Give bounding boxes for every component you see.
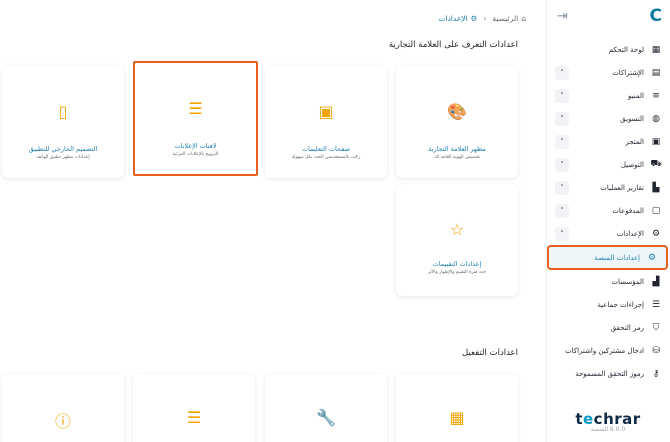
platform-settings-icon: ⚙ <box>647 252 657 263</box>
chevron-down-icon[interactable]: ˅ <box>555 88 569 103</box>
main-content: ⌂ الرئيسية › ⚙ الإعدادات اعدادات التعرف … <box>0 0 546 442</box>
card-activation-3[interactable]: ☰ <box>133 374 255 442</box>
section-title-brand: اعدادات التعرف على العلامة التجارية <box>388 40 518 50</box>
key-icon: ⚷ <box>652 368 660 379</box>
sidebar-item-label: التسويق <box>620 114 644 123</box>
sidebar-item-label: المنيو <box>628 91 644 100</box>
sidebar-item-label: التوصيل <box>620 160 644 169</box>
sidebar-header: C ⇥ <box>547 0 670 32</box>
alert-icon: ⓘ <box>54 412 71 431</box>
gear-icon: ⚙ <box>651 228 661 239</box>
sidebar-item-label: المتجر <box>625 137 644 146</box>
sidebar-menu: ▦ لوحة التحكم ▤ الإشتراكات ˅ ≡ المنيو ˅ ◍ التسويق… <box>547 38 670 385</box>
section-title-activation: اعدادات التفعيل <box>461 348 518 358</box>
sidebar-item[interactable]: ▙ تقارير العمليات ˅ <box>547 176 670 199</box>
list-icon: ☰ <box>186 408 202 427</box>
card-activation-1[interactable]: ▦ <box>396 374 518 442</box>
collapse-sidebar-icon[interactable]: ⇥ <box>557 9 568 24</box>
breadcrumb-home[interactable]: ⌂ الرئيسية <box>492 14 526 23</box>
version-label: 8.0.0 المنصة <box>590 426 626 433</box>
chevron-down-icon[interactable]: ˅ <box>555 65 569 80</box>
card-help-pages[interactable]: ▣ صفحات التعليمات رحّب بالمستخدمين الجدد… <box>265 66 387 178</box>
phone-icon: ▯ <box>58 102 68 121</box>
report-icon: ▙ <box>652 182 660 193</box>
store-icon: ▣ <box>651 136 661 147</box>
sidebar-item-label: إجراءات جماعية <box>597 300 644 309</box>
sidebar-item[interactable]: ⛟ التوصيل ˅ <box>547 153 670 176</box>
subscriptions-icon: ▤ <box>651 67 661 78</box>
star-icon: ☆ <box>449 220 465 239</box>
dashboard-icon: ▦ <box>651 44 661 55</box>
chevron-up-icon[interactable]: ˄ <box>555 226 569 241</box>
gear-icon: ⚙ <box>470 13 478 23</box>
sidebar-item[interactable]: ⚷ رموز التحقق المسموحة <box>547 362 670 385</box>
wallet-icon: ▢ <box>651 205 661 216</box>
sidebar-item-label: إعدادات المنصة <box>594 253 640 262</box>
institutions-icon: ▟ <box>652 276 660 287</box>
sidebar-item-label: تقارير العمليات <box>600 183 644 192</box>
sidebar-item[interactable]: ▦ لوحة التحكم <box>547 38 670 61</box>
wrench-icon: 🔧 <box>316 408 336 427</box>
card-brand-appearance[interactable]: 🎨 مظهر العلامة التجارية تخصيص الهوية الع… <box>396 66 518 178</box>
card-ad-banners[interactable]: ☰ لافتات الإعلانات الترويج بالإعلانات ال… <box>133 61 258 176</box>
card-activation-2[interactable]: 🔧 <box>265 374 387 442</box>
sidebar-item-label: الإعدادات <box>616 229 644 238</box>
chevron-down-icon[interactable]: ˅ <box>555 203 569 218</box>
sidebar-item[interactable]: ≡ المنيو ˅ <box>547 84 670 107</box>
breadcrumb-current: ⚙ الإعدادات <box>438 13 478 23</box>
sidebar-item-label: رمز التحقق <box>610 323 644 332</box>
palette-icon: 🎨 <box>447 102 467 121</box>
home-icon: ⌂ <box>521 13 526 23</box>
sidebar-item-label: ادخال مشتركين واشتراكات <box>565 346 644 355</box>
sidebar-item[interactable]: ▤ الإشتراكات ˅ <box>547 61 670 84</box>
chevron-left-icon: › <box>483 13 487 23</box>
sidebar-item-label: المؤسسات <box>611 277 644 286</box>
sidebar-item[interactable]: ⚙ الإعدادات ˄ <box>547 222 670 245</box>
menu-icon: ≡ <box>652 90 660 101</box>
sidebar-item-label: الإشتراكات <box>612 68 644 77</box>
shield-icon: ⛉ <box>652 322 660 333</box>
sidebar-item[interactable]: ▢ المدفوعات ˅ <box>547 199 670 222</box>
card-app-design[interactable]: ▯ التصميم الخارجي للتطبيق إعدادات مظهر ت… <box>2 66 124 178</box>
sidebar-item-label: المدفوعات <box>612 206 644 215</box>
sidebar-item-label: لوحة التحكم <box>608 45 644 54</box>
sidebar-item[interactable]: ☰ إجراءات جماعية <box>547 293 670 316</box>
car-icon: ⛟ <box>650 159 662 169</box>
qr-add-icon: ▦ <box>449 408 465 427</box>
sidebar-item[interactable]: ◍ التسويق ˅ <box>547 107 670 130</box>
database-icon: ⛁ <box>652 345 660 356</box>
chevron-down-icon[interactable]: ˅ <box>555 111 569 126</box>
sidebar-item[interactable]: ▟ المؤسسات <box>547 270 670 293</box>
banner-icon: ☰ <box>188 99 203 118</box>
breadcrumb: ⌂ الرئيسية › ⚙ الإعدادات <box>0 0 546 36</box>
card-activation-4[interactable]: ⓘ <box>2 374 124 442</box>
sidebar-item[interactable]: ⚙ إعدادات المنصة <box>547 245 668 270</box>
chevron-down-icon[interactable]: ˅ <box>555 134 569 149</box>
sidebar-item[interactable]: ▣ المتجر ˅ <box>547 130 670 153</box>
sidebar-item-label: رموز التحقق المسموحة <box>575 369 644 378</box>
sidebar-footer: techrar 8.0.0 المنصة <box>546 410 670 442</box>
sidebar-item[interactable]: ⛉ رمز التحقق <box>547 316 670 339</box>
chevron-down-icon[interactable]: ˅ <box>555 157 569 172</box>
card-ratings-settings[interactable]: ☆ إعدادات التقييمات حدد فترة التقييم وال… <box>396 184 518 296</box>
chevron-down-icon[interactable]: ˅ <box>555 180 569 195</box>
sidebar-item[interactable]: ⛁ ادخال مشتركين واشتراكات <box>547 339 670 362</box>
sidebar: C ⇥ ▦ لوحة التحكم ▤ الإشتراكات ˅ ≡ المنيو ˅ ◍ الت… <box>546 0 670 442</box>
app-logo[interactable]: C <box>650 6 662 26</box>
images-icon: ▣ <box>318 102 334 121</box>
list-icon: ☰ <box>651 299 661 310</box>
globe-icon: ◍ <box>652 113 660 124</box>
